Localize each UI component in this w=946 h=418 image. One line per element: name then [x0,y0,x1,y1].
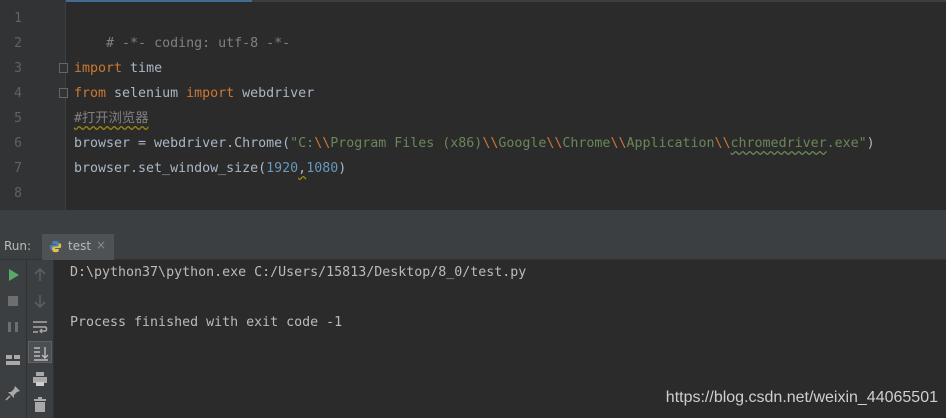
pause-icon[interactable] [2,316,24,338]
paren-token: ) [338,161,347,176]
number-token: 1920 [266,161,299,176]
layout-icon[interactable] [2,349,24,371]
down-arrow-icon[interactable] [29,290,51,312]
python-icon [49,240,62,253]
line-number: 8 [14,186,22,201]
run-icon[interactable] [2,264,24,286]
console-command-line: D:\python37\python.exe C:/Users/15813/De… [70,265,527,280]
trash-icon[interactable] [29,394,51,416]
line-number: 3 [14,61,22,76]
identifier-token: webdriver [234,86,315,101]
run-tab-test[interactable]: test × [42,234,114,260]
keyword-token: from [74,86,107,101]
code-line-4: from selenium import webdriver [74,81,314,106]
escape-token: \\ [482,136,499,151]
string-token: Application [626,136,715,151]
identifier-token: browser.set_window_size( [74,161,267,176]
line-number: 1 [14,11,22,26]
fold-end-icon[interactable] [59,88,68,98]
stop-icon[interactable] [2,290,24,312]
string-token: "C: [290,136,315,151]
code-line-1: # -*- coding: utf-8 -*- [74,6,290,51]
escape-token: \\ [610,136,627,151]
print-icon[interactable] [29,368,51,390]
comma-token: , [298,161,307,176]
line-number: 4 [14,86,22,101]
keyword-token: import [74,61,123,76]
escape-token: \\ [714,136,731,151]
keyword-token: import [186,86,235,101]
scroll-to-end-icon [34,347,49,361]
line-number: 7 [14,161,22,176]
scroll-to-end-button[interactable] [28,341,52,363]
number-token: 1080 [306,161,339,176]
fold-start-icon[interactable] [59,63,68,73]
code-line-7: browser.set_window_size(1920,1080) [74,156,346,181]
escape-token: \\ [314,136,331,151]
comment-token: #打开浏览器 [74,111,149,126]
watermark-text: https://blog.csdn.net/weixin_44065501 [665,389,938,406]
panel-splitter[interactable] [0,210,946,234]
run-label: Run: [4,239,32,253]
line-number: 6 [14,136,22,151]
string-token: Chrome [562,136,611,151]
run-tab-label: test [68,239,92,253]
string-token: Google [498,136,547,151]
soft-wrap-icon[interactable] [29,316,51,338]
identifier-token: browser = webdriver.Chrome( [74,136,291,151]
run-toolbar-left [0,260,27,418]
string-token: .exe" [826,136,867,151]
pin-icon[interactable] [2,382,24,404]
identifier-token: selenium [106,86,187,101]
console-exit-line: Process finished with exit code -1 [70,315,343,330]
string-token: chromedriver [730,136,827,151]
code-line-5: #打开浏览器 [74,106,149,131]
code-editor[interactable]: 1 2 3 4 5 6 7 8 # -*- coding: utf-8 -*- … [0,0,946,210]
up-arrow-icon[interactable] [29,264,51,286]
line-number: 2 [14,36,22,51]
run-toolbar-right [27,260,54,418]
close-icon[interactable]: × [96,238,106,252]
code-line-6: browser = webdriver.Chrome("C:\\Program … [74,131,875,156]
line-gutter: 1 2 3 4 5 6 7 8 [0,0,68,210]
escape-token: \\ [546,136,563,151]
comment-token: # -*- coding: utf-8 -*- [106,36,291,51]
line-number: 5 [14,111,22,126]
run-tool-header: Run: test × [0,234,946,260]
identifier-token: time [122,61,163,76]
paren-token: ) [866,136,875,151]
string-token: Program Files (x86) [330,136,483,151]
code-line-3: import time [74,56,162,81]
